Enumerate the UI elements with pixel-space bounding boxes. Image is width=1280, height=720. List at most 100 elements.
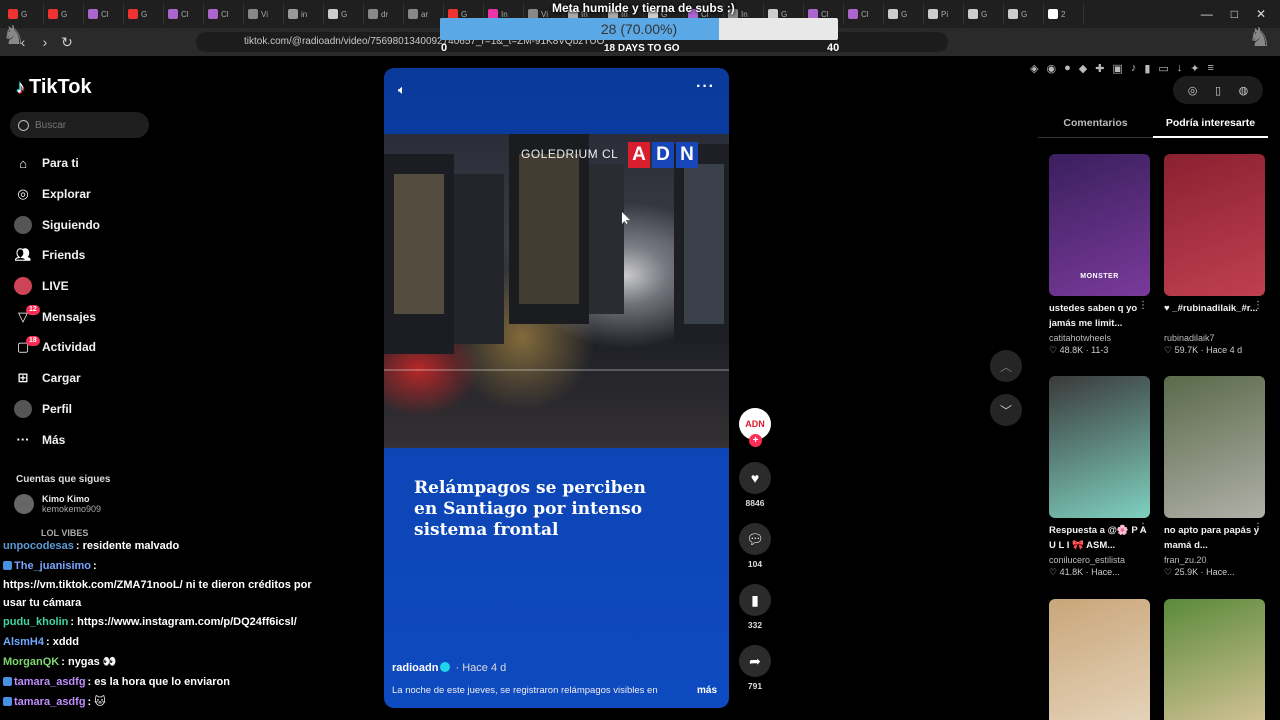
tab-title: G <box>901 9 908 19</box>
card-title[interactable]: no apto para papás y mamá d... <box>1164 523 1265 553</box>
sidebar-item-live[interactable]: LIVE <box>14 271 164 302</box>
chat-username[interactable]: The_juanisimo <box>14 560 91 572</box>
extension-icon[interactable]: ◆ <box>1079 62 1087 75</box>
comment-button[interactable]: 💬︎ <box>739 523 771 555</box>
puzzle-icon[interactable]: ✚ <box>1095 62 1104 75</box>
browser-tab[interactable]: Pi <box>924 3 964 25</box>
recommended-video-card[interactable]: Respuesta a @🌸 P A U L I 🎀 ASM... coniluc… <box>1049 376 1150 578</box>
browser-tab[interactable]: Cl <box>844 3 884 25</box>
tab-recommended[interactable]: Podría interesarte <box>1153 112 1268 138</box>
sidebar-item-para-ti[interactable]: ⌂ Para ti <box>14 148 164 179</box>
author-avatar[interactable]: ADN + <box>739 408 771 447</box>
browser-tab[interactable]: 2 <box>1044 3 1084 25</box>
maximize-button[interactable]: □ <box>1231 7 1238 21</box>
browser-tab[interactable]: Cl <box>84 3 124 25</box>
sidebar-item-cargar[interactable]: ⊞ Cargar <box>14 363 164 394</box>
sidebar-item-mensajes[interactable]: ▽ 12 Mensajes <box>14 301 164 332</box>
sidebar-item-más[interactable]: ··· Más <box>14 424 164 455</box>
sidebar-item-perfil[interactable]: Perfil <box>14 394 164 425</box>
menu-icon[interactable]: ≡ <box>1208 62 1214 75</box>
tiktok-logo[interactable]: ♪ TikTok <box>16 76 92 99</box>
recommended-video-card[interactable]: MONSTER ustedes saben q yo jamás me limit… <box>1049 154 1150 356</box>
card-author[interactable]: conilucero_estilista <box>1049 555 1150 565</box>
browser-tab[interactable]: in <box>284 3 324 25</box>
share-button[interactable]: ➦ <box>739 645 771 677</box>
extension-icon[interactable]: ● <box>1064 62 1071 75</box>
forward-icon[interactable]: › <box>34 34 56 50</box>
card-menu-icon[interactable]: ⋮ <box>1138 522 1148 533</box>
video-thumbnail[interactable] <box>1164 599 1265 720</box>
chat-message: The_juanisimo: <box>3 556 323 576</box>
video-author[interactable]: radioadn · Hace 4 d <box>392 662 506 674</box>
reload-icon[interactable]: ↻ <box>56 34 78 51</box>
follow-plus-icon[interactable]: + <box>749 434 762 447</box>
browser-tab[interactable]: Vi <box>244 3 284 25</box>
card-author[interactable]: fran_zu.20 <box>1164 555 1265 565</box>
card-title[interactable]: ustedes saben q yo jamás me limit... <box>1049 301 1150 331</box>
sidebar-item-explorar[interactable]: ◎ Explorar <box>14 179 164 210</box>
card-menu-icon[interactable]: ⋮ <box>1253 522 1263 533</box>
card-title[interactable]: ♥ _#rubinadilaik_#r... <box>1164 301 1265 331</box>
tab-comments[interactable]: Comentarios <box>1038 112 1153 138</box>
sparkle-icon[interactable]: ✦ <box>1190 62 1199 75</box>
sidebar-icon[interactable]: ▮ <box>1144 62 1150 75</box>
video-thumbnail[interactable] <box>1164 154 1265 296</box>
save-button[interactable]: ▮ <box>739 584 771 616</box>
volume-icon[interactable]: 🔈︎ <box>398 82 406 98</box>
chat-username[interactable]: tamara_asdfg <box>14 676 86 688</box>
sidebar-item-friends[interactable]: 👥︎ Friends <box>14 240 164 271</box>
profile-avatar[interactable]: ◍ <box>1239 84 1249 97</box>
minimize-button[interactable]: — <box>1201 7 1213 21</box>
recommended-video-card[interactable]: no apto para papás y mamá d... fran_zu.20… <box>1164 376 1265 578</box>
chat-username[interactable]: AlsmH4 <box>3 636 44 648</box>
chat-username[interactable]: tamara_asdfg <box>14 696 86 708</box>
search-input[interactable] <box>35 119 135 131</box>
video-thumbnail[interactable] <box>1049 599 1150 720</box>
chat-username[interactable]: pudu_kholin <box>3 616 68 628</box>
next-video-button[interactable]: ﹀ <box>990 394 1022 426</box>
chat-message: pudu_kholin: https://www.instagram.com/p… <box>3 616 297 628</box>
following-account[interactable]: Kimo Kimo kemokemo909 <box>14 494 101 514</box>
like-button[interactable]: ♥ <box>739 462 771 494</box>
caption-more-link[interactable]: más <box>697 685 717 696</box>
download-icon[interactable]: ↓ <box>1177 62 1183 75</box>
browser-tab[interactable]: G <box>324 3 364 25</box>
card-author[interactable]: rubinadilaik7 <box>1164 333 1265 343</box>
sidebar-item-siguiendo[interactable]: Siguiendo <box>14 209 164 240</box>
recommended-video-card[interactable] <box>1164 599 1265 720</box>
close-window-button[interactable]: ✕ <box>1256 7 1266 21</box>
search-box[interactable] <box>10 112 149 138</box>
recommended-video-card[interactable] <box>1049 599 1150 720</box>
card-author[interactable]: catitahotwheels <box>1049 333 1150 343</box>
video-thumbnail[interactable] <box>1164 376 1265 518</box>
browser-tab[interactable]: Cl <box>204 3 244 25</box>
extension-icon[interactable]: ◈ <box>1030 62 1038 75</box>
previous-video-button[interactable]: ︿ <box>990 350 1022 382</box>
sidebar-item-actividad[interactable]: ▢ 18 Actividad <box>14 332 164 363</box>
browser-tab[interactable]: Cl <box>164 3 204 25</box>
browser-tab[interactable]: G <box>1004 3 1044 25</box>
card-menu-icon[interactable]: ⋮ <box>1138 300 1148 311</box>
video-player[interactable]: 🔈︎ ··· GOLEDRIUM CL A D N Relámpagos se … <box>384 68 729 708</box>
video-thumbnail[interactable]: MONSTER <box>1049 154 1150 296</box>
extension-icon[interactable]: ▣ <box>1112 62 1122 75</box>
browser-tab[interactable]: G <box>964 3 1004 25</box>
browser-tab[interactable]: dr <box>364 3 404 25</box>
music-icon[interactable]: ♪ <box>1131 62 1137 75</box>
wallet-icon[interactable]: ▭ <box>1158 62 1168 75</box>
card-menu-icon[interactable]: ⋮ <box>1253 300 1263 311</box>
extension-icon[interactable]: ◉ <box>1046 62 1056 75</box>
browser-tab[interactable]: G <box>124 3 164 25</box>
chat-username[interactable]: unpocodesas <box>3 540 74 552</box>
chat-username[interactable]: MorganQK <box>3 656 59 668</box>
more-options-icon[interactable]: ··· <box>696 78 715 96</box>
card-title[interactable]: Respuesta a @🌸 P A U L I 🎀 ASM... <box>1049 523 1150 553</box>
compass-icon[interactable]: ◎ <box>1188 84 1198 97</box>
video-thumbnail[interactable] <box>1049 376 1150 518</box>
browser-tab[interactable]: G <box>44 3 84 25</box>
device-icon[interactable]: ▯ <box>1215 84 1221 97</box>
browser-tab[interactable]: G <box>884 3 924 25</box>
browser-tab[interactable]: ar <box>404 3 444 25</box>
recommended-video-card[interactable]: ♥ _#rubinadilaik_#r... rubinadilaik7 ♡ 59.… <box>1164 154 1265 356</box>
author-name[interactable]: radioadn <box>392 662 438 674</box>
